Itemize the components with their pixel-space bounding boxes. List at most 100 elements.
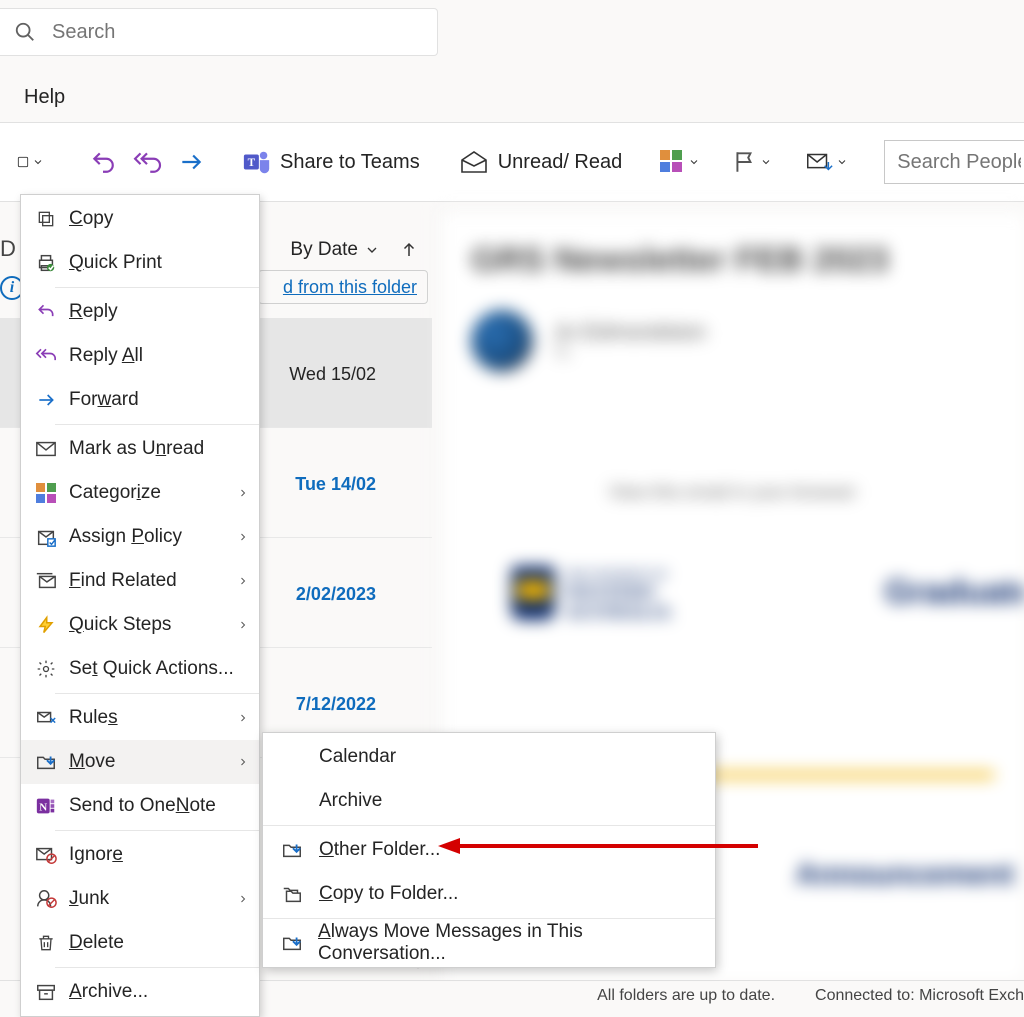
menu-delete[interactable]: Delete: [21, 921, 259, 965]
menu-quick-print[interactable]: Quick Print: [21, 241, 259, 285]
copy-to-folder-icon: [279, 883, 305, 905]
menu-categorize[interactable]: Categorize: [21, 471, 259, 515]
lightning-icon: [33, 614, 59, 636]
chevron-right-icon: [237, 892, 249, 906]
uwa-logo: THE UNIVERSITY OFWESTERNAUSTRALIA: [511, 563, 671, 622]
menu-rules[interactable]: Rules: [21, 696, 259, 740]
to-label: To: [553, 345, 706, 363]
chevron-down-icon: [760, 156, 772, 168]
tab-bar: Help: [0, 74, 65, 120]
folder-link[interactable]: d from this folder: [283, 277, 417, 298]
view-in-browser-link[interactable]: View this email in your browser: [471, 482, 994, 503]
menu-label: Copy: [69, 208, 113, 230]
undo-all-button[interactable]: [124, 138, 170, 186]
menu-label: Archive...: [69, 981, 148, 1003]
search-input[interactable]: [50, 20, 437, 45]
chevron-down-icon: [32, 156, 44, 168]
sort-by-date[interactable]: By Date: [290, 239, 380, 261]
envelope-icon: [33, 440, 59, 458]
flag-button[interactable]: [726, 138, 778, 186]
gear-icon: [33, 659, 59, 679]
status-folders: All folders are up to date.: [597, 987, 775, 1005]
menu-assign-policy[interactable]: Assign Policy: [21, 515, 259, 559]
menu-label: Quick Steps: [69, 614, 171, 636]
context-menu: Copy Quick Print Reply Reply All Forward…: [20, 194, 260, 1017]
status-connected: Connected to: Microsoft Exch: [815, 987, 1024, 1005]
sort-direction-button[interactable]: [400, 239, 418, 261]
chevron-down-icon: [364, 242, 380, 258]
submenu-always-move[interactable]: Always Move Messages in This Conversatio…: [263, 921, 715, 965]
menu-archive[interactable]: Archive...: [21, 970, 259, 1014]
menu-label: Categorize: [69, 482, 161, 504]
share-to-teams-label: Share to Teams: [280, 151, 420, 174]
menu-label: Delete: [69, 932, 124, 954]
categorize-button[interactable]: [652, 138, 706, 186]
unread-read-button[interactable]: Unread/ Read: [450, 138, 631, 186]
menu-send-to-onenote[interactable]: N Send to OneNote: [21, 784, 259, 828]
send-receive-button[interactable]: [798, 138, 854, 186]
menu-reply[interactable]: Reply: [21, 290, 259, 334]
rules-icon: [33, 707, 59, 729]
share-to-teams-button[interactable]: T Share to Teams: [234, 138, 428, 186]
menu-junk[interactable]: Junk: [21, 877, 259, 921]
reply-icon: [33, 302, 59, 322]
chevron-right-icon: [237, 618, 249, 632]
message-date: 2/02/2023: [296, 584, 376, 605]
envelope-open-icon: [458, 148, 490, 176]
sender-avatar: [471, 310, 533, 372]
menu-ignore[interactable]: Ignore: [21, 833, 259, 877]
menu-label: Forward: [69, 389, 139, 411]
menu-mark-unread[interactable]: Mark as Unread: [21, 427, 259, 471]
menu-label: Assign Policy: [69, 526, 182, 548]
chevron-right-icon: [237, 755, 249, 769]
ribbon-dropdown-1[interactable]: [10, 138, 50, 186]
menu-copy[interactable]: Copy: [21, 197, 259, 241]
email-subject: GRS Newsletter FEB 2023: [471, 241, 994, 280]
folder-info-box: d from this folder: [258, 270, 428, 304]
message-date: 7/12/2022: [296, 694, 376, 715]
menu-quick-steps[interactable]: Quick Steps: [21, 603, 259, 647]
copy-icon: [33, 209, 59, 229]
redo-button[interactable]: [170, 138, 212, 186]
menu-label: Move: [69, 751, 115, 773]
archive-icon: [33, 982, 59, 1002]
svg-text:T: T: [248, 157, 256, 169]
global-search[interactable]: [0, 8, 438, 56]
chevron-down-icon: [836, 156, 848, 168]
graduate-text: Graduate: [885, 573, 1024, 612]
move-to-folder-icon: [279, 932, 304, 954]
menu-move[interactable]: Move: [21, 740, 259, 784]
submenu-label: Copy to Folder...: [319, 883, 458, 905]
submenu-other-folder[interactable]: Other Folder...: [263, 828, 715, 872]
chevron-right-icon: [237, 711, 249, 725]
menu-label: Ignore: [69, 844, 123, 866]
reply-all-icon: [33, 346, 59, 366]
undo-button[interactable]: [82, 138, 124, 186]
sender-name: Jo Edmondston: [553, 319, 706, 345]
tab-help[interactable]: Help: [24, 86, 65, 109]
menu-label: Send to OneNote: [69, 795, 216, 817]
print-icon: [33, 252, 59, 274]
menu-forward[interactable]: Forward: [21, 378, 259, 422]
submenu-archive[interactable]: Archive: [263, 779, 715, 823]
unread-read-label: Unread/ Read: [498, 151, 623, 174]
submenu-label: Archive: [319, 790, 382, 812]
menu-reply-all[interactable]: Reply All: [21, 334, 259, 378]
menu-label: Reply All: [69, 345, 143, 367]
categorize-icon: [33, 483, 59, 503]
submenu-label: Other Folder...: [319, 839, 440, 861]
envelope-stack-icon: [33, 571, 59, 591]
trash-icon: [33, 932, 59, 954]
submenu-copy-to-folder[interactable]: Copy to Folder...: [263, 872, 715, 916]
search-people-input[interactable]: [884, 140, 1024, 184]
menu-label: Reply: [69, 301, 118, 323]
menu-find-related[interactable]: Find Related: [21, 559, 259, 603]
ribbon: T Share to Teams Unread/ Read: [0, 122, 1024, 202]
chevron-right-icon: [237, 574, 249, 588]
menu-set-quick-actions[interactable]: Set Quick Actions...: [21, 647, 259, 691]
submenu-calendar[interactable]: Calendar: [263, 735, 715, 779]
menu-label: Set Quick Actions...: [69, 658, 234, 680]
menu-label: Mark as Unread: [69, 438, 204, 460]
chevron-right-icon: [237, 486, 249, 500]
sort-label: By Date: [290, 239, 358, 261]
